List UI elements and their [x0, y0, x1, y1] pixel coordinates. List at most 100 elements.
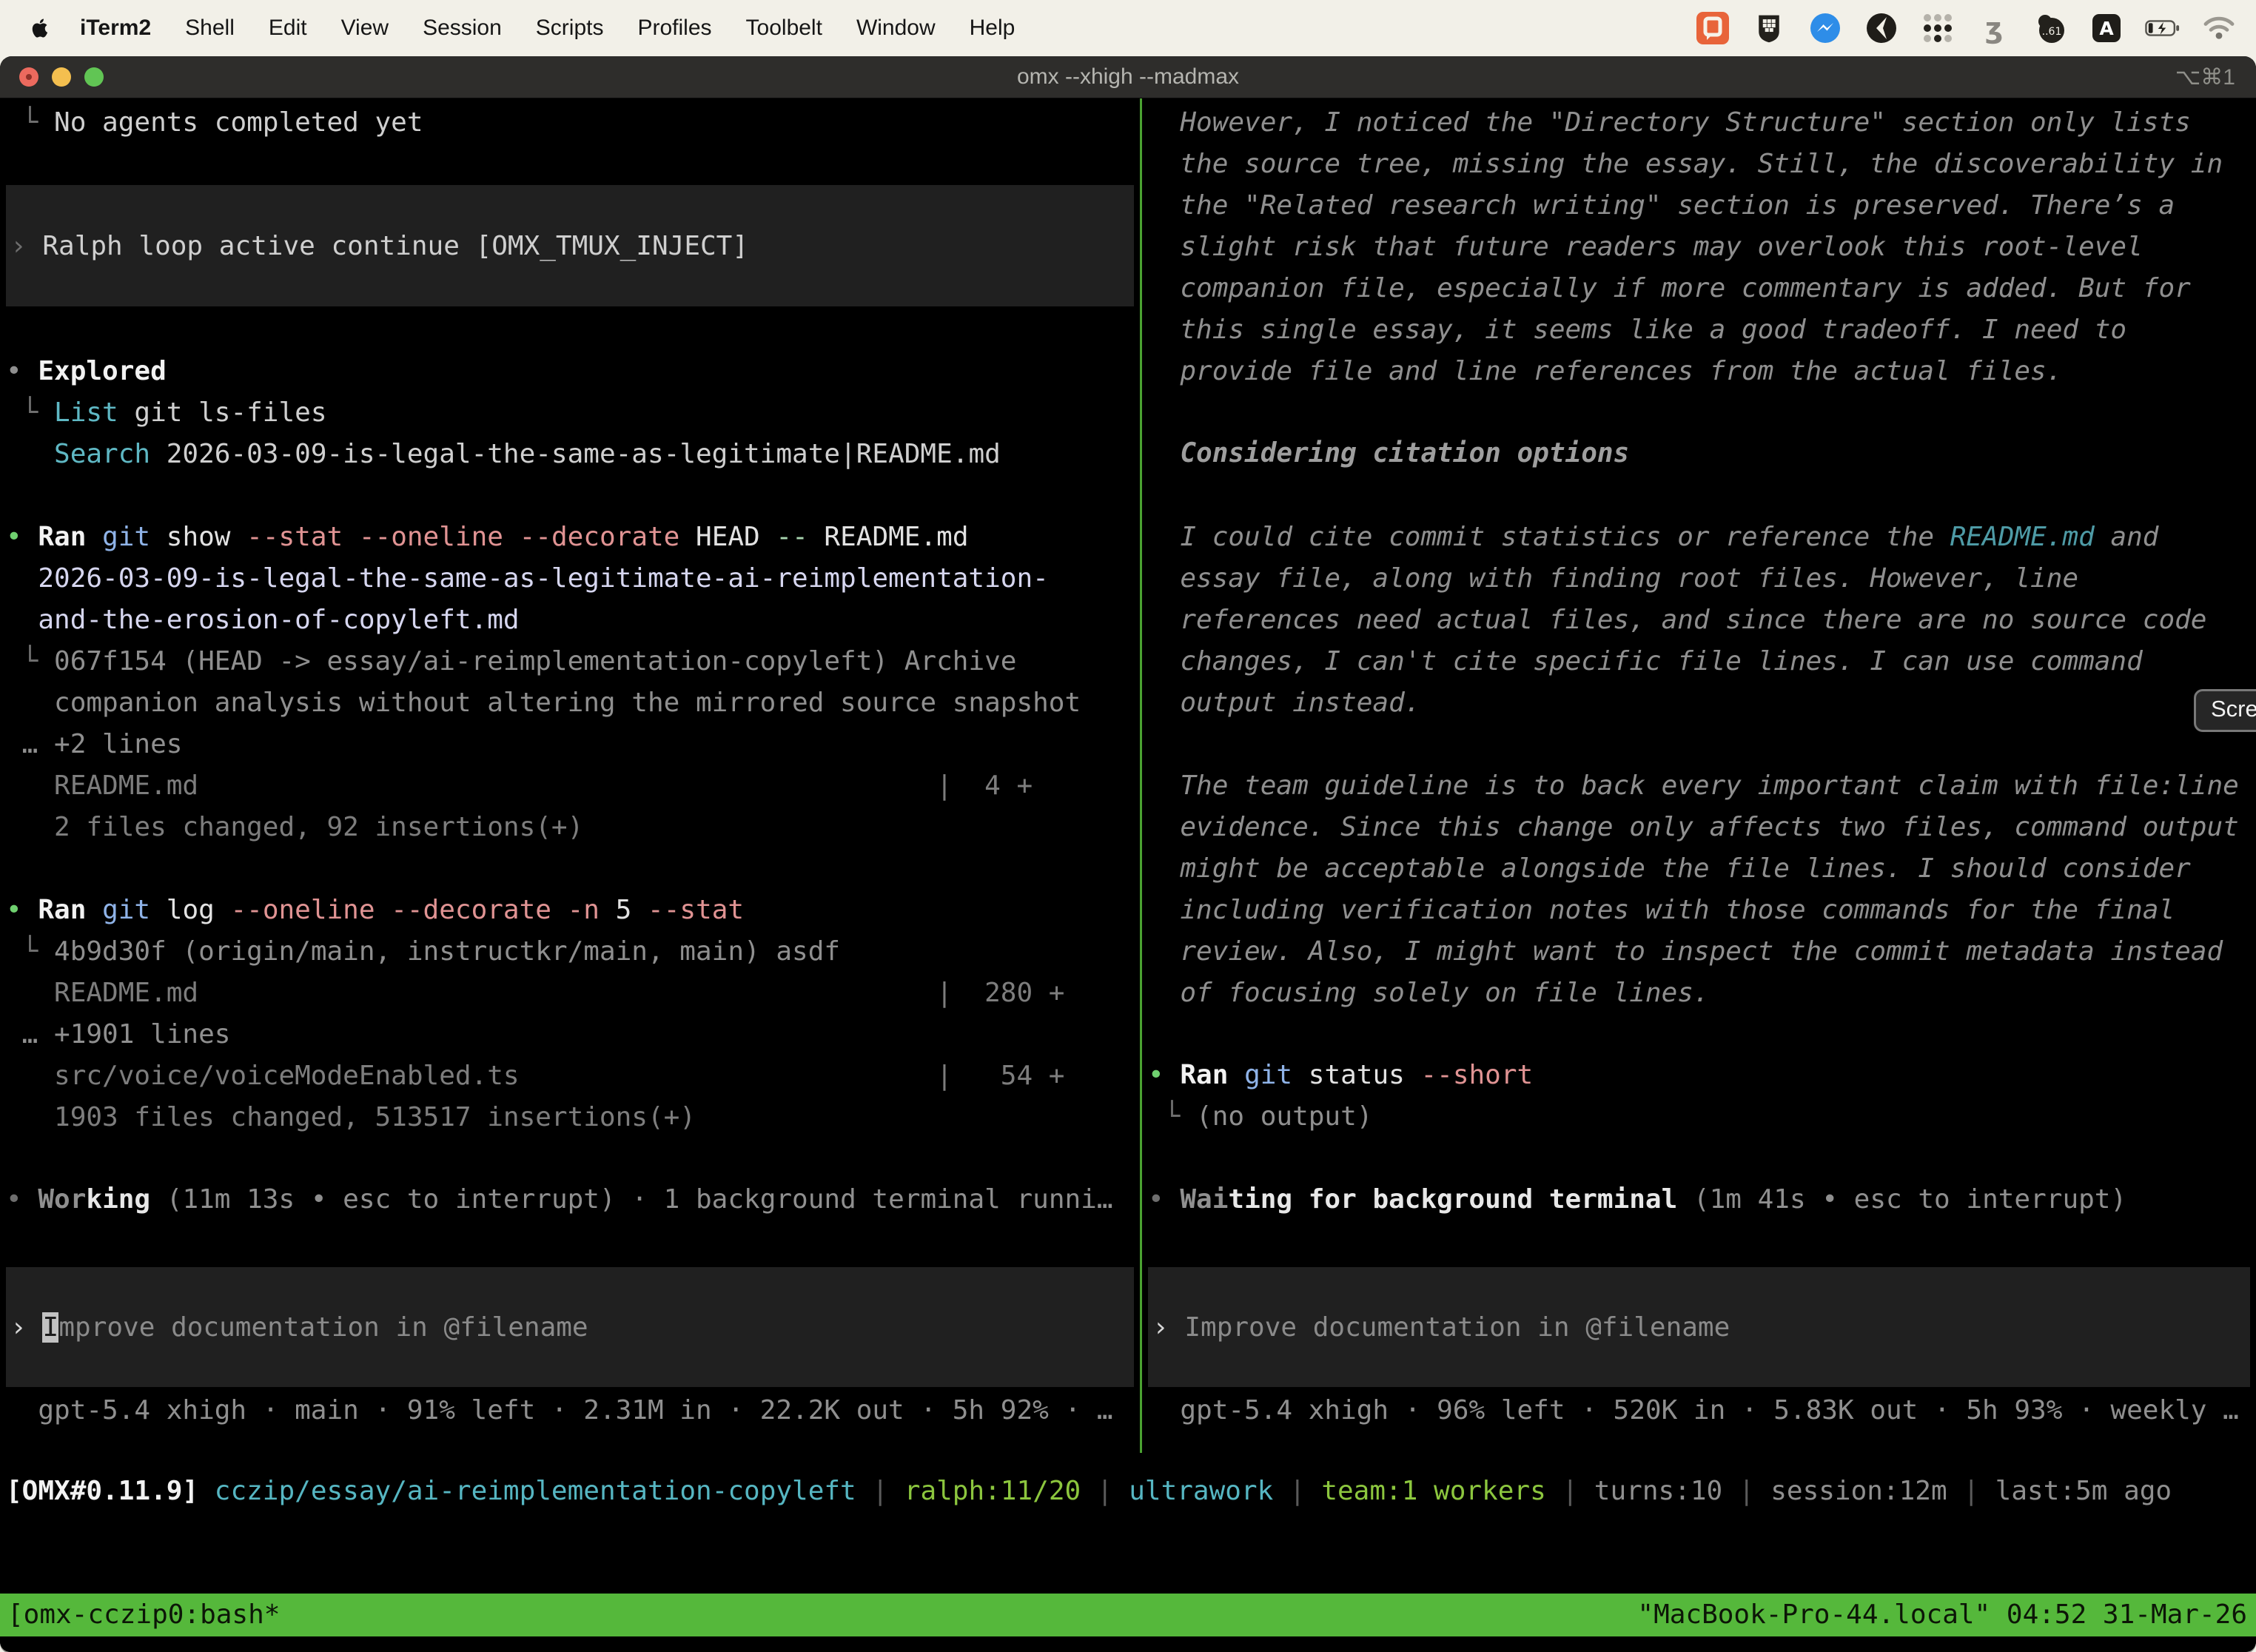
text-segment: git: [102, 895, 167, 925]
zoom-button[interactable]: [84, 67, 104, 87]
close-button[interactable]: [19, 67, 38, 87]
text-segment: --stat --oneline --decorate: [246, 522, 696, 552]
battery-icon[interactable]: [2145, 10, 2181, 46]
text-segment: 5: [616, 895, 648, 925]
text-segment: git: [102, 522, 167, 552]
menu-item-session[interactable]: Session: [423, 16, 502, 41]
text-segment: companion file, especially if more comme…: [1148, 273, 2191, 303]
omx-status-segment: ralph:11/20: [904, 1476, 1081, 1506]
text-segment: the source tree, missing the essay. Stil…: [1148, 149, 2223, 179]
apple-logo-icon[interactable]: [28, 13, 53, 43]
text-segment: companion analysis without altering the …: [6, 688, 1081, 718]
menu-item-help[interactable]: Help: [970, 16, 1015, 41]
terminal-line: evidence. Since this change only affects…: [1148, 807, 2256, 848]
terminal-line: and-the-erosion-of-copyleft.md: [6, 600, 1140, 641]
terminal-line: • Explored: [6, 351, 1140, 392]
text-segment: gpt-5.4 xhigh · 96% left · 520K in · 5.8…: [1148, 1395, 2239, 1426]
terminal-line: … +1901 lines: [6, 1014, 1140, 1055]
omx-status-segment: team:1 workers: [1321, 1476, 1545, 1506]
omx-status-segment: session:12m: [1770, 1476, 1947, 1506]
text-segment: log: [167, 895, 231, 925]
text-segment: 2026-03-09-is-legal-the-same-as-legitima…: [150, 439, 1001, 469]
text-segment: No agents completed yet: [54, 107, 423, 138]
prompt-arrow-icon: ›: [6, 1312, 42, 1343]
omx-status-segment: [198, 1476, 215, 1506]
menu-item-toolbelt[interactable]: Toolbelt: [746, 16, 822, 41]
timer-icon[interactable]: ..61: [2032, 10, 2068, 46]
terminal-line: Considering citation options: [1148, 433, 2256, 474]
terminal-line: gpt-5.4 xhigh · 96% left · 520K in · 5.8…: [1148, 1390, 2256, 1431]
terminal-line: • Ran git status --short: [1148, 1055, 2256, 1096]
terminal-line: review. Also, I might want to inspect th…: [1148, 931, 2256, 973]
text-segment: └: [1148, 1101, 1196, 1132]
text-segment: └: [6, 646, 54, 676]
minimize-button[interactable]: [52, 67, 71, 87]
omx-status-segment: last:5m ago: [1995, 1476, 2172, 1506]
text-segment: •: [1148, 1184, 1180, 1215]
omx-status-segment: [OMX#0.11.9]: [6, 1476, 198, 1506]
terminal-line: gpt-5.4 xhigh · main · 91% left · 2.31M …: [6, 1390, 1140, 1431]
text-segment: and-the-erosion-of-copyleft.md: [6, 605, 520, 635]
omx-status-segment: |: [1722, 1476, 1770, 1506]
text-segment: List: [54, 397, 118, 428]
dots-grid-icon[interactable]: [1920, 10, 1955, 46]
terminal-content: › Ralph loop active continue [OMX_TMUX_I…: [0, 98, 2256, 1652]
window-titlebar[interactable]: omx --xhigh --madmax ⌥⌘1: [0, 56, 2256, 98]
chat-icon[interactable]: [1695, 10, 1730, 46]
kaleidoscope-icon[interactable]: [1864, 10, 1899, 46]
omx-status-segment: |: [1546, 1476, 1594, 1506]
text-segment: git ls-files: [118, 397, 327, 428]
omx-status-segment: |: [856, 1476, 904, 1506]
text-segment: •: [1148, 1060, 1180, 1090]
menu-item-scripts[interactable]: Scripts: [536, 16, 604, 41]
tmux-status-bar: [omx-cczip0:bash* "MacBook-Pro-44.local"…: [0, 1594, 2256, 1636]
input-source-icon[interactable]: A: [2089, 10, 2124, 46]
prompt-input-right[interactable]: › Improve documentation in @filename: [1148, 1267, 2250, 1387]
menu-item-profiles[interactable]: Profiles: [637, 16, 711, 41]
text-segment: gpt-5.4 xhigh · main · 91% left · 2.31M …: [6, 1395, 1113, 1426]
terminal-line: However, I noticed the "Directory Struct…: [1148, 102, 2256, 144]
terminal-line: └ 067f154 (HEAD -> essay/ai-reimplementa…: [6, 641, 1140, 682]
menu-item-edit[interactable]: Edit: [269, 16, 307, 41]
terminal-line: 2026-03-09-is-legal-the-same-as-legitima…: [6, 558, 1140, 600]
text-segment: └: [6, 107, 54, 138]
ralph-loop-banner: › Ralph loop active continue [OMX_TMUX_I…: [6, 185, 1134, 306]
menu-item-iterm2[interactable]: iTerm2: [80, 16, 151, 41]
shield-grid-icon[interactable]: [1751, 10, 1787, 46]
text-segment: However, I noticed the "Directory Struct…: [1148, 107, 2191, 138]
text-segment: review. Also, I might want to inspect th…: [1148, 936, 2223, 967]
text-segment: references need actual files, and since …: [1148, 605, 2206, 635]
terminal-line: including verification notes with those …: [1148, 890, 2256, 931]
text-segment: README.md: [824, 522, 968, 552]
text-segment: output instead.: [1148, 688, 1420, 718]
omx-status-segment: |: [1081, 1476, 1129, 1506]
omx-status-segment: |: [1273, 1476, 1321, 1506]
tmux-session-label: [omx-cczip0:bash*: [0, 1594, 280, 1636]
terminal-line: • Waiting for background terminal (1m 41…: [1148, 1179, 2256, 1220]
text-segment: -n: [568, 895, 616, 925]
text-segment: king: [86, 1184, 150, 1215]
text-segment: README.md | 4 +: [6, 770, 1033, 801]
terminal-line: companion file, especially if more comme…: [1148, 268, 2256, 309]
text-segment: •: [6, 1184, 38, 1215]
menu-item-window[interactable]: Window: [856, 16, 936, 41]
messenger-icon[interactable]: [1807, 10, 1843, 46]
text-segment: --oneline --decorate: [230, 895, 567, 925]
text-segment: provide file and line references from th…: [1148, 356, 2062, 386]
menu-item-shell[interactable]: Shell: [185, 16, 235, 41]
menu-item-view[interactable]: View: [341, 16, 389, 41]
text-segment: └: [6, 397, 54, 428]
text-segment: 4b9d30f (origin/main, instructkr/main, m…: [54, 936, 840, 967]
terminal-line: └ List git ls-files: [6, 392, 1140, 434]
text-segment: … +1901 lines: [6, 1019, 230, 1050]
terminal-line: the source tree, missing the essay. Stil…: [1148, 144, 2256, 185]
text-segment: Explored: [38, 356, 166, 386]
text-segment: slight risk that future readers may over…: [1148, 232, 2143, 262]
screen-share-popup[interactable]: Scre: [2194, 689, 2256, 732]
prompt-input-left[interactable]: › Improve documentation in @filename: [6, 1267, 1134, 1387]
text-segment: ting for background terminal: [1228, 1184, 1677, 1215]
menu-bar: iTerm2 Shell Edit View Session Scripts Profile…: [0, 0, 2256, 56]
wifi-icon[interactable]: [2201, 10, 2237, 46]
hook-icon[interactable]: ʒ: [1976, 10, 2012, 46]
omx-status-segment: ultrawork: [1129, 1476, 1273, 1506]
